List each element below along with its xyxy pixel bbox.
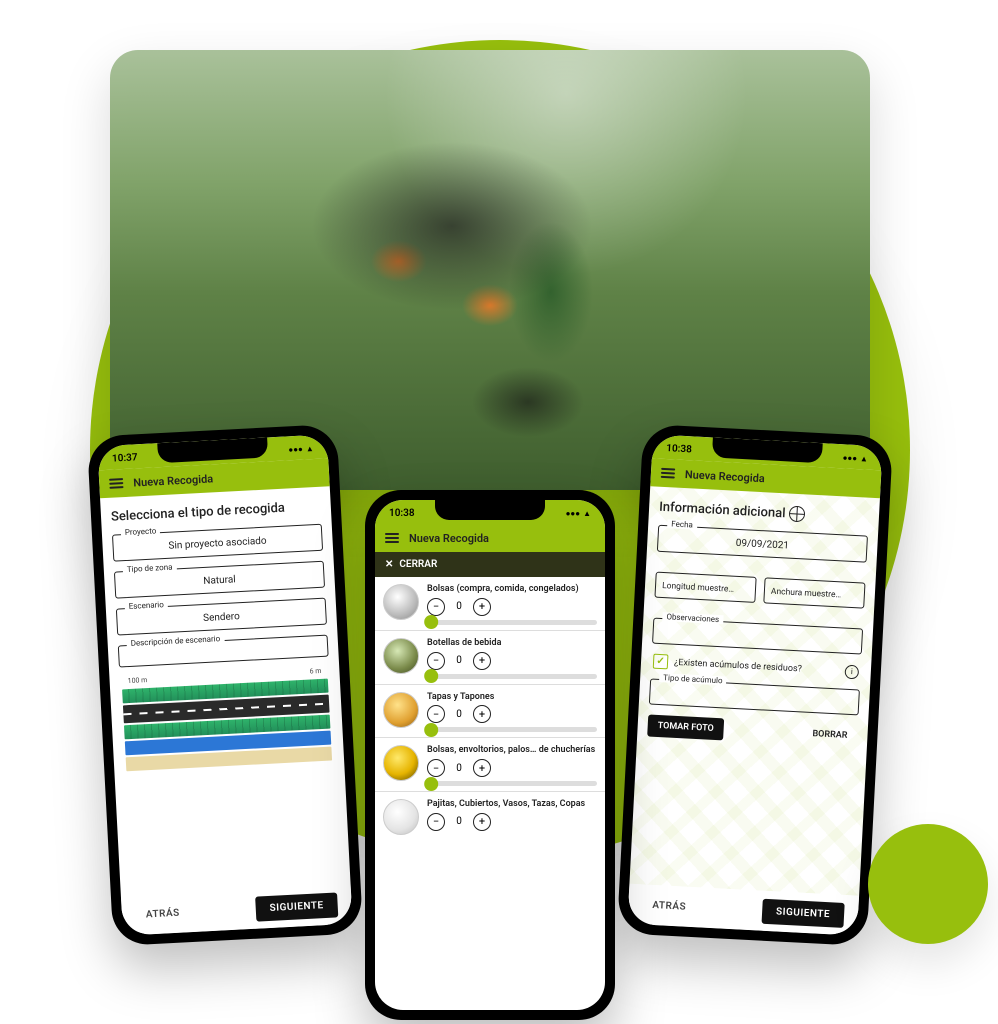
increment-button[interactable]: + [473,759,491,777]
field-label: Longitud muestre… [662,581,735,595]
tipo-acumulo-field[interactable]: Tipo de acúmulo [649,679,860,716]
field-label: Observaciones [662,612,723,624]
field-label: Anchura muestre… [771,587,842,601]
item-slider[interactable] [427,781,597,786]
item-thumbnail [383,638,419,674]
tomar-foto-button[interactable]: TOMAR FOTO [647,714,724,740]
field-label: Escenario [125,600,169,611]
item-thumbnail [383,584,419,620]
item-count: 0 [453,763,465,774]
app-header: Nueva Recogida [375,524,605,552]
field-label: Descripción de escenario [126,634,224,648]
globe-icon [789,506,806,523]
phone-notch [435,500,545,520]
list-item: Pajitas, Cubiertos, Vasos, Tazas, Copas … [375,792,605,838]
decrement-button[interactable]: − [427,813,445,831]
borrar-button[interactable]: BORRAR [802,723,858,748]
status-icons: ●●●▲ [566,509,591,518]
decrement-button[interactable]: − [427,598,445,616]
proyecto-field[interactable]: Proyecto Sin proyecto asociado [112,524,323,562]
list-item: Bolsas (compra, comida, congelados) − 0 … [375,577,605,631]
item-thumbnail [383,799,419,835]
item-count: 0 [453,655,465,666]
observaciones-field[interactable]: Observaciones [652,618,863,655]
tipo-zona-field[interactable]: Tipo de zona Natural [114,561,325,599]
field-label: Fecha [667,519,697,530]
increment-button[interactable]: + [473,705,491,723]
status-icons: ●●●▲ [842,453,868,463]
item-count: 0 [453,709,465,720]
menu-icon[interactable] [109,478,124,489]
item-count: 0 [453,601,465,612]
menu-icon[interactable] [661,468,676,479]
back-button[interactable]: ATRÁS [135,900,190,928]
footer-nav: ATRÁS SIGUIENTE [627,884,859,936]
field-value: Sin proyecto asociado [168,536,267,552]
back-button[interactable]: ATRÁS [642,892,697,920]
diagram-height: 6 m [309,667,321,676]
checkbox-icon[interactable] [653,654,669,670]
close-label: CERRAR [399,559,437,570]
item-thumbnail [383,745,419,781]
menu-icon[interactable] [385,533,399,543]
item-list: Bolsas (compra, comida, congelados) − 0 … [375,577,605,838]
next-button[interactable]: SIGUIENTE [255,892,338,921]
status-time: 10:38 [666,443,692,455]
header-title: Nueva Recogida [133,472,214,489]
item-count: 0 [453,816,465,827]
phone-mockup-2: 10:38 ●●●▲ Nueva Recogida ✕ CERRAR Bolsa… [365,490,615,1020]
field-value: Sendero [203,611,240,624]
footer-nav: ATRÁS SIGUIENTE [121,884,353,936]
checkbox-label: ¿Existen acúmulos de residuos? [674,657,802,674]
phone-mockup-1: 10:37 ●●●▲ Nueva Recogida Selecciona el … [87,424,363,946]
item-slider[interactable] [427,727,597,732]
overlay-close-bar[interactable]: ✕ CERRAR [375,552,605,577]
page-title: Selecciona el tipo de recogida [111,499,321,525]
status-time: 10:37 [112,452,138,464]
item-slider[interactable] [427,620,597,625]
field-value: 09/09/2021 [735,538,789,552]
decrement-button[interactable]: − [427,705,445,723]
increment-button[interactable]: + [473,813,491,831]
item-title: Botellas de bebida [427,638,597,649]
field-label: Tipo de zona [123,562,177,574]
close-icon: ✕ [385,559,393,570]
list-item: Tapas y Tapones − 0 + [375,685,605,739]
decrement-button[interactable]: − [427,652,445,670]
header-title: Nueva Recogida [685,468,766,485]
header-title: Nueva Recogida [409,532,489,545]
list-item: Bolsas, envoltorios, palos… de chuchería… [375,738,605,792]
decrement-button[interactable]: − [427,759,445,777]
list-item: Botellas de bebida − 0 + [375,631,605,685]
field-label: Tipo de acúmulo [659,673,727,686]
item-title: Bolsas, envoltorios, palos… de chuchería… [427,745,597,756]
status-icons: ●●●▲ [288,444,314,454]
item-title: Bolsas (compra, comida, congelados) [427,584,597,595]
fecha-field[interactable]: Fecha 09/09/2021 [657,525,868,563]
item-slider[interactable] [427,674,597,679]
increment-button[interactable]: + [473,652,491,670]
increment-button[interactable]: + [473,598,491,616]
phone-mockup-3: 10:38 ●●●▲ Nueva Recogida Información ad… [617,424,893,946]
page-title-text: Información adicional [659,499,786,521]
next-button[interactable]: SIGUIENTE [761,898,844,927]
background-circle-small [868,824,988,944]
status-time: 10:38 [389,508,415,519]
field-value: Natural [203,574,236,587]
escenario-field[interactable]: Escenario Sendero [116,598,327,636]
descripcion-field[interactable]: Descripción de escenario [118,635,329,668]
item-thumbnail [383,692,419,728]
longitud-field[interactable]: Longitud muestre… [654,572,756,603]
info-icon[interactable]: i [844,664,859,679]
item-title: Tapas y Tapones [427,692,597,703]
anchura-field[interactable]: Anchura muestre… [763,577,865,608]
item-title: Pajitas, Cubiertos, Vasos, Tazas, Copas [427,799,597,810]
diagram-width: 100 m [127,676,147,685]
field-label: Proyecto [121,526,161,537]
scenario-diagram: 100 m 6 m [119,667,334,772]
hero-photo [110,50,870,490]
